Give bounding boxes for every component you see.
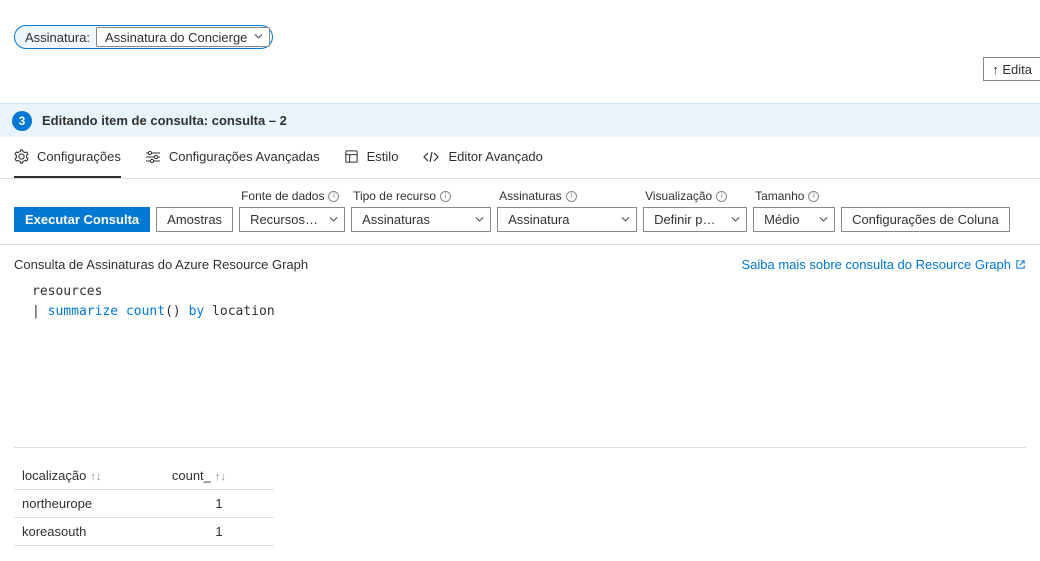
learn-more-link[interactable]: Saiba mais sobre consulta do Resource Gr… bbox=[741, 257, 1026, 272]
run-query-label: Executar Consulta bbox=[25, 212, 139, 227]
resource-type-select[interactable]: Assinaturas bbox=[351, 207, 491, 232]
subscription-label: Assinatura: bbox=[25, 30, 90, 45]
code-keyword: summarize bbox=[48, 304, 118, 319]
info-icon[interactable]: i bbox=[716, 191, 727, 202]
tab-style-label: Estilo bbox=[367, 149, 399, 164]
code-identifier: location bbox=[212, 304, 275, 319]
data-source-label: Fonte de dados i bbox=[239, 189, 345, 203]
edit-button-label: ↑ Edita bbox=[992, 62, 1032, 77]
tab-advanced-editor[interactable]: Editor Avançado bbox=[422, 137, 542, 178]
visualization-value: Definir por... bbox=[654, 212, 722, 227]
visualization-select[interactable]: Definir por... bbox=[643, 207, 747, 232]
info-icon[interactable]: i bbox=[440, 191, 451, 202]
step-title: Editando item de consulta: consulta – 2 bbox=[42, 113, 287, 128]
samples-label: Amostras bbox=[167, 212, 222, 227]
chevron-down-icon bbox=[819, 216, 828, 222]
tab-settings[interactable]: Configurações bbox=[14, 137, 121, 178]
query-editor[interactable]: resources | summarize count() by locatio… bbox=[14, 278, 1026, 448]
external-link-icon bbox=[1015, 259, 1026, 270]
chevron-down-icon bbox=[329, 216, 338, 222]
chevron-down-icon bbox=[731, 216, 740, 222]
cell-location: koreasouth bbox=[14, 518, 164, 546]
chevron-down-icon bbox=[254, 33, 263, 39]
results-table: localização↑↓ count_↑↓ northeurope 1 kor… bbox=[0, 448, 1040, 546]
info-icon[interactable]: i bbox=[328, 191, 339, 202]
code-token: | bbox=[32, 304, 40, 319]
learn-more-text: Saiba mais sobre consulta do Resource Gr… bbox=[741, 257, 1011, 272]
resource-type-label: Tipo de recurso i bbox=[351, 189, 491, 203]
resource-type-value: Assinaturas bbox=[362, 212, 430, 227]
cell-count: 1 bbox=[164, 490, 274, 518]
query-context-text: Consulta de Assinaturas do Azure Resourc… bbox=[14, 257, 308, 272]
visualization-label: Visualização i bbox=[643, 189, 747, 203]
chevron-down-icon bbox=[475, 216, 484, 222]
code-icon bbox=[422, 150, 440, 164]
info-icon[interactable]: i bbox=[566, 191, 577, 202]
tab-bar: Configurações Configurações Avançadas Es… bbox=[0, 137, 1040, 179]
tab-settings-label: Configurações bbox=[37, 149, 121, 164]
edit-button[interactable]: ↑ Edita bbox=[983, 57, 1040, 81]
step-header: 3 Editando item de consulta: consulta – … bbox=[0, 103, 1040, 137]
run-query-button[interactable]: Executar Consulta bbox=[14, 207, 150, 232]
subscription-pill: Assinatura: Assinatura do Concierge bbox=[14, 25, 273, 49]
sliders-icon bbox=[145, 150, 161, 164]
info-icon[interactable]: i bbox=[808, 191, 819, 202]
column-settings-label: Configurações de Coluna bbox=[852, 212, 999, 227]
subscriptions-select[interactable]: Assinatura bbox=[497, 207, 637, 232]
size-value: Médio bbox=[764, 212, 799, 227]
code-token: resources bbox=[32, 284, 102, 299]
tab-style[interactable]: Estilo bbox=[344, 137, 399, 178]
data-source-select[interactable]: Recursos do... bbox=[239, 207, 345, 232]
tab-editor-label: Editor Avançado bbox=[448, 149, 542, 164]
code-function: count bbox=[126, 304, 165, 319]
cell-location: northeurope bbox=[14, 490, 164, 518]
table-row[interactable]: koreasouth 1 bbox=[14, 518, 274, 546]
tab-advanced-settings[interactable]: Configurações Avançadas bbox=[145, 137, 320, 178]
style-icon bbox=[344, 149, 359, 164]
sort-icon: ↑↓ bbox=[215, 471, 226, 483]
subscriptions-value: Assinatura bbox=[508, 212, 569, 227]
query-controls: Executar Consulta Amostras Fonte de dado… bbox=[0, 179, 1040, 245]
subscription-value: Assinatura do Concierge bbox=[105, 30, 247, 45]
subscriptions-label: Assinaturas i bbox=[497, 189, 637, 203]
table-row[interactable]: northeurope 1 bbox=[14, 490, 274, 518]
step-number-badge: 3 bbox=[12, 111, 32, 131]
column-settings-button[interactable]: Configurações de Coluna bbox=[841, 207, 1010, 232]
size-label: Tamanho i bbox=[753, 189, 835, 203]
gear-icon bbox=[14, 149, 29, 164]
subscription-select[interactable]: Assinatura do Concierge bbox=[96, 27, 270, 47]
code-keyword: by bbox=[189, 304, 205, 319]
chevron-down-icon bbox=[621, 216, 630, 222]
tab-advanced-label: Configurações Avançadas bbox=[169, 149, 320, 164]
samples-button[interactable]: Amostras bbox=[156, 207, 233, 232]
cell-count: 1 bbox=[164, 518, 274, 546]
size-select[interactable]: Médio bbox=[753, 207, 835, 232]
col-count-header[interactable]: count_↑↓ bbox=[164, 462, 274, 490]
data-source-value: Recursos do... bbox=[250, 212, 320, 227]
sort-icon: ↑↓ bbox=[90, 471, 101, 483]
code-token: () bbox=[165, 304, 181, 319]
col-location-header[interactable]: localização↑↓ bbox=[14, 462, 164, 490]
